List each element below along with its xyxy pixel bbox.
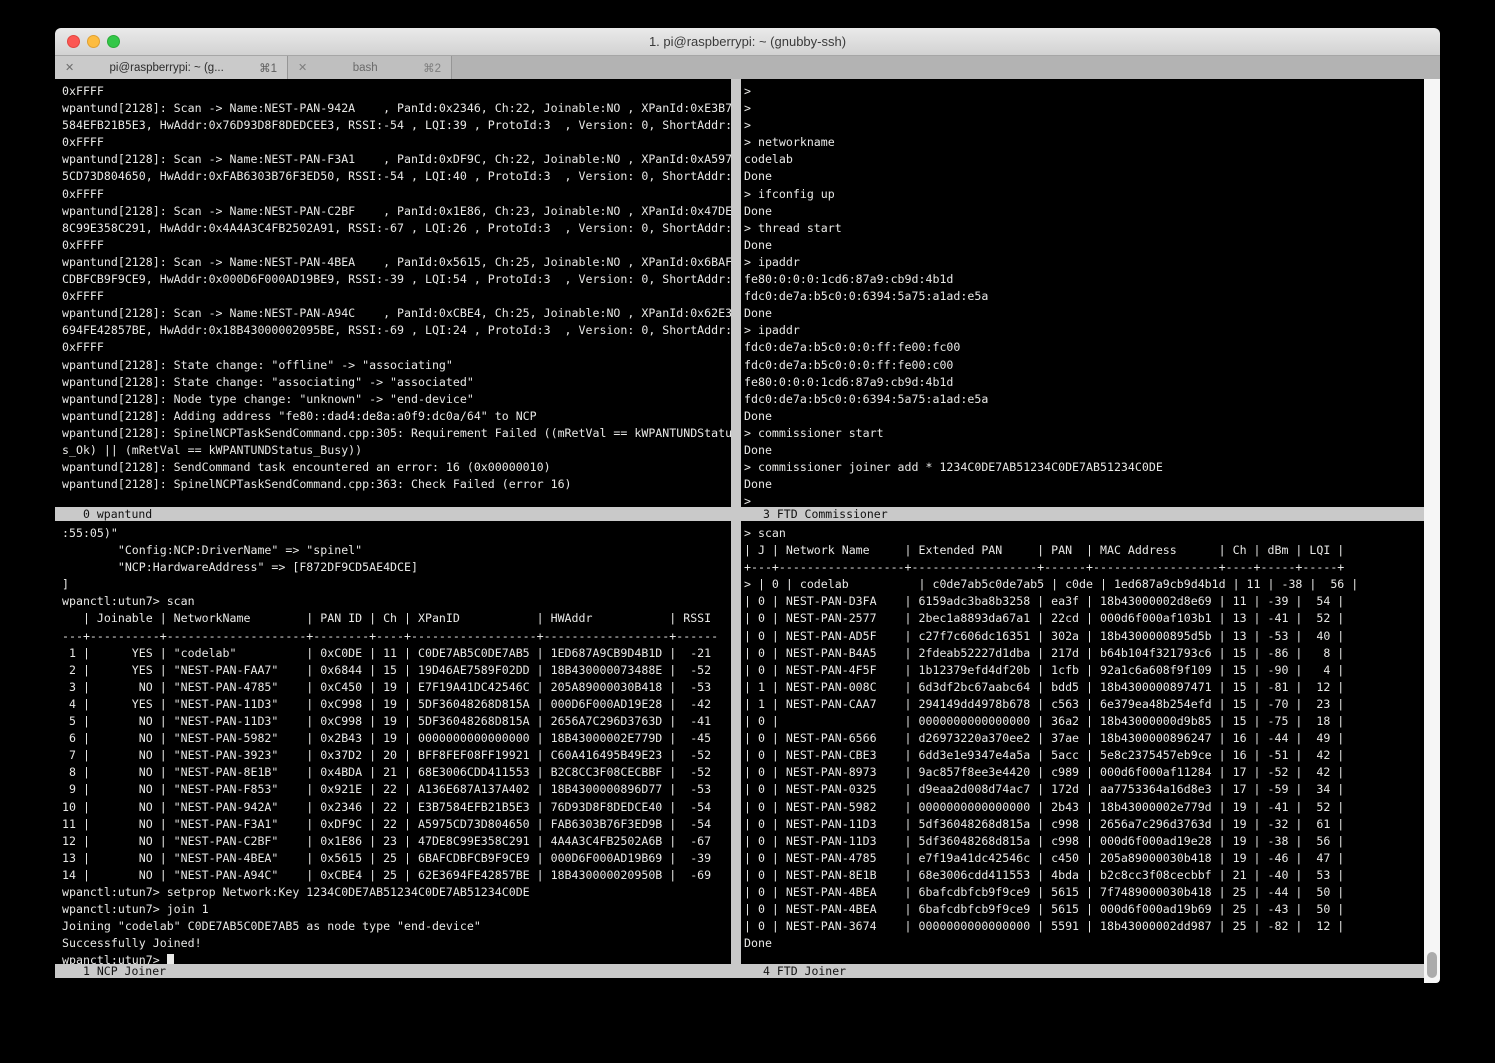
scrollbar-thumb[interactable] <box>1427 952 1437 978</box>
tab-label: bash <box>315 62 415 74</box>
pane-title-wpantund[interactable]: 0 wpantund <box>83 507 152 521</box>
pane-ncp-joiner[interactable]: :55:05)" "Config:NCP:DriverName" => "spi… <box>55 521 731 964</box>
pane-title-ncp-joiner[interactable]: 1 NCP Joiner <box>83 964 166 978</box>
pane-title-bar-bottom: 1 NCP Joiner 4 FTD Joiner <box>55 964 1424 978</box>
pane-title-bar-top: 0 wpantund 3 FTD Commissioner <box>55 507 1424 521</box>
tab-close-icon[interactable]: ✕ <box>65 61 74 74</box>
tab-shortcut: ⌘2 <box>423 61 441 75</box>
window-titlebar[interactable]: 1. pi@raspberrypi: ~ (gnubby-ssh) <box>55 28 1440 56</box>
traffic-lights <box>67 35 120 48</box>
wpanctl-prompt: wpanctl:utun7> <box>62 953 167 964</box>
pane-divider[interactable] <box>731 79 741 978</box>
wpanctl-prompt-line: wpanctl:utun7> <box>62 952 731 964</box>
tab-bash[interactable]: ✕ bash ⌘2 <box>288 56 452 79</box>
minimize-window-button[interactable] <box>87 35 100 48</box>
tab-bar: ✕ pi@raspberrypi: ~ (g... ⌘1 ✕ bash ⌘2 <box>55 56 1440 79</box>
scrollbar-track[interactable] <box>1424 79 1440 983</box>
close-window-button[interactable] <box>67 35 80 48</box>
tab-shortcut: ⌘1 <box>259 61 277 75</box>
terminal-cursor <box>167 954 174 964</box>
tab-label: pi@raspberrypi: ~ (g... <box>82 62 251 74</box>
pane-wpantund[interactable]: 0xFFFF wpantund[2128]: Scan -> Name:NEST… <box>55 79 731 507</box>
wpantund-log-output: 0xFFFF wpantund[2128]: Scan -> Name:NEST… <box>62 83 731 493</box>
tab-bar-filler <box>452 56 1440 79</box>
pane-ftd-commissioner[interactable]: > > > > networkname codelab Done > ifcon… <box>741 79 1424 507</box>
window-title: 1. pi@raspberrypi: ~ (gnubby-ssh) <box>55 28 1440 55</box>
pane-title-ftd-commissioner[interactable]: 3 FTD Commissioner <box>763 507 888 521</box>
tab-ssh-session[interactable]: ✕ pi@raspberrypi: ~ (g... ⌘1 <box>55 56 288 79</box>
pane-title-ftd-joiner[interactable]: 4 FTD Joiner <box>763 964 846 978</box>
zoom-window-button[interactable] <box>107 35 120 48</box>
terminal-content: 0xFFFF wpantund[2128]: Scan -> Name:NEST… <box>55 79 1440 983</box>
joiner-scan-output: > scan | J | Network Name | Extended PAN… <box>744 525 1424 952</box>
terminal-window: 1. pi@raspberrypi: ~ (gnubby-ssh) ✕ pi@r… <box>55 28 1440 983</box>
tab-close-icon[interactable]: ✕ <box>298 61 307 74</box>
wpanctl-cli-output: :55:05)" "Config:NCP:DriverName" => "spi… <box>62 525 731 952</box>
pane-ftd-joiner[interactable]: > scan | J | Network Name | Extended PAN… <box>741 521 1424 964</box>
commissioner-cli-output: > > > > networkname codelab Done > ifcon… <box>744 83 1424 507</box>
